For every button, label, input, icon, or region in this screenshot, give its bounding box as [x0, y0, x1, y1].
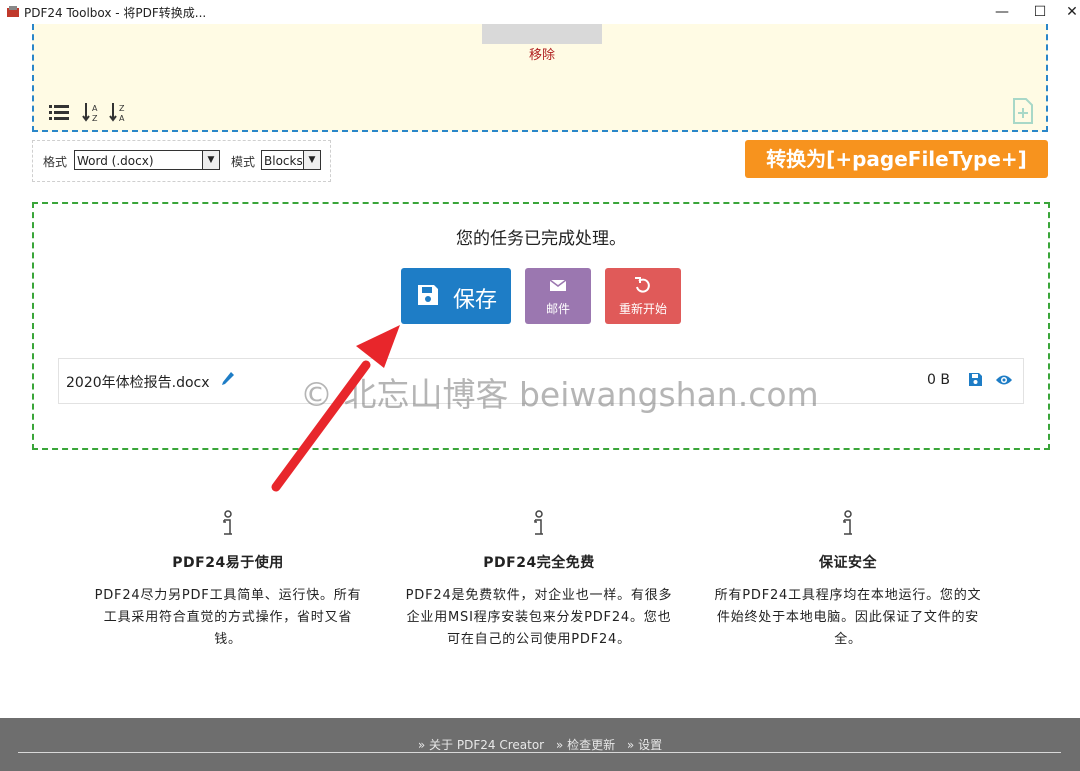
add-file-icon[interactable] [1012, 98, 1034, 124]
eye-icon[interactable] [995, 373, 1013, 387]
app-icon [7, 6, 19, 17]
svg-text:A: A [92, 104, 98, 113]
convert-button[interactable]: 转换为[+pageFileType+] [745, 140, 1048, 178]
footer: » 关于 PDF24 Creator » 检查更新 » 设置 [0, 718, 1080, 771]
restart-button-label: 重新开始 [618, 302, 667, 316]
feature-free: PDF24完全免费 PDF24是免费软件，对企业也一样。有很多 企业用MSI程序… [389, 510, 689, 651]
footer-links: » 关于 PDF24 Creator » 检查更新 » 设置 [0, 736, 1080, 753]
title-bar: PDF24 Toolbox - 将PDF转换成... — ☐ ✕ [0, 0, 1080, 24]
footer-divider [18, 752, 1061, 753]
sort-za-icon[interactable]: Z A [109, 102, 131, 122]
save-button-label: 保存 [453, 288, 498, 313]
info-icon [843, 510, 852, 535]
window-title: PDF24 Toolbox - 将PDF转换成... [24, 6, 207, 20]
result-file-name: 2020年体检报告.docx [66, 375, 210, 391]
feature-secure: 保证安全 所有PDF24工具程序均在本地运行。您的文 件始终处于本地电脑。因此保… [698, 510, 998, 651]
file-thumbnail-placeholder [482, 24, 602, 44]
save-button[interactable]: 保存 [401, 268, 511, 324]
remove-link[interactable]: 移除 [514, 44, 570, 63]
close-button[interactable]: ✕ [1050, 0, 1080, 24]
feature-title: 保证安全 [819, 555, 877, 571]
mode-select-value: Blocks [264, 154, 303, 168]
feature-line: 件始终处于本地电脑。因此保证了文件的安 [716, 610, 980, 625]
file-size: 0 B [927, 372, 950, 388]
format-select-value: Word (.docx) [77, 154, 154, 168]
save-file-icon[interactable] [968, 372, 983, 387]
feature-line: PDF24尽力另PDF工具简单、运行快。所有 [94, 588, 362, 603]
chevron-down-icon: ▼ [202, 151, 219, 169]
format-label: 格式 [43, 155, 68, 169]
email-button[interactable]: 邮件 [525, 268, 591, 324]
feature-title: PDF24易于使用 [172, 555, 284, 571]
info-icon [223, 510, 232, 535]
feature-description: PDF24尽力另PDF工具简单、运行快。所有 工具采用符合直觉的方式操作，省时又… [78, 585, 378, 651]
svg-text:A: A [119, 114, 125, 122]
mode-select[interactable]: Blocks ▼ [261, 150, 321, 170]
feature-line: 企业用MSI程序安装包来分发PDF24。您也 [406, 610, 672, 625]
feature-line: 所有PDF24工具程序均在本地运行。您的文 [714, 588, 982, 603]
pencil-icon[interactable] [221, 371, 235, 387]
floppy-disk-icon [418, 285, 438, 305]
feature-description: PDF24是免费软件，对企业也一样。有很多 企业用MSI程序安装包来分发PDF2… [389, 585, 689, 651]
feature-title: PDF24完全免费 [483, 555, 595, 571]
feature-line: PDF24是免费软件，对企业也一样。有很多 [405, 588, 673, 603]
envelope-icon [549, 279, 567, 291]
feature-easy: PDF24易于使用 PDF24尽力另PDF工具简单、运行快。所有 工具采用符合直… [78, 510, 378, 651]
restart-button[interactable]: 重新开始 [605, 268, 681, 324]
email-button-label: 邮件 [545, 302, 570, 316]
file-drop-zone[interactable]: 移除 A Z Z A [32, 24, 1048, 132]
undo-icon [635, 277, 650, 293]
format-select[interactable]: Word (.docx) ▼ [74, 150, 220, 170]
info-icon [534, 510, 543, 535]
list-view-icon[interactable] [48, 102, 70, 122]
chevron-down-icon: ▼ [303, 151, 320, 169]
footer-link-check-updates[interactable]: » 检查更新 [556, 738, 615, 752]
mode-label: 模式 [231, 155, 256, 169]
feature-line: 全。 [834, 632, 862, 647]
conversion-options: 格式 Word (.docx) ▼ 模式 Blocks ▼ [32, 140, 331, 182]
watermark: © 北忘山博客 beiwangshan.com [300, 375, 819, 414]
feature-line: 可在自己的公司使用PDF24。 [447, 632, 631, 647]
feature-line: 工具采用符合直觉的方式操作，省时又省 [103, 610, 353, 625]
sort-az-icon[interactable]: A Z [82, 102, 104, 122]
feature-line: 钱。 [214, 632, 242, 647]
footer-link-about[interactable]: » 关于 PDF24 Creator [418, 738, 544, 752]
feature-description: 所有PDF24工具程序均在本地运行。您的文 件始终处于本地电脑。因此保证了文件的… [698, 585, 998, 651]
svg-text:Z: Z [92, 114, 98, 122]
footer-link-settings[interactable]: » 设置 [627, 738, 662, 752]
completion-message: 您的任务已完成处理。 [456, 229, 626, 249]
svg-text:Z: Z [119, 104, 125, 113]
